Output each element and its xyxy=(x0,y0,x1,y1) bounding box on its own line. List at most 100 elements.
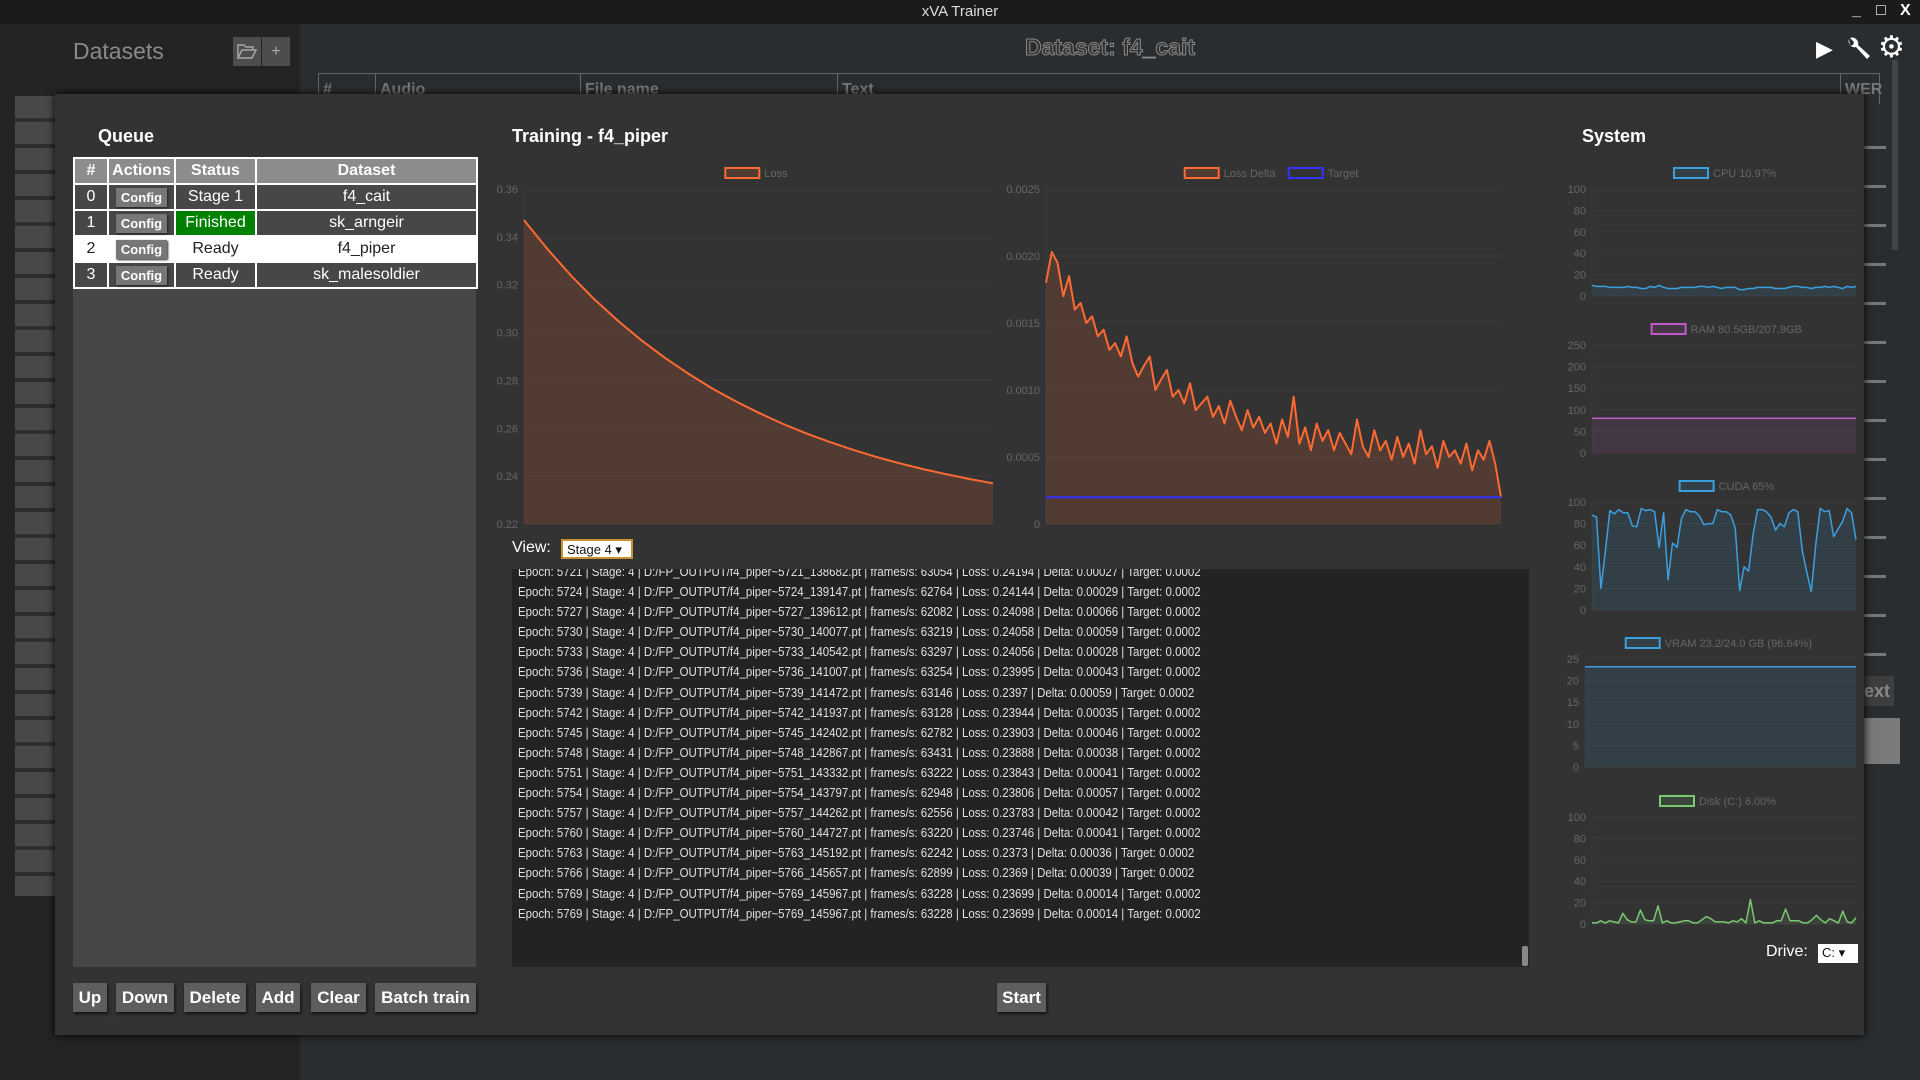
vram-chart: 0 5 10 15 20 25 VRAM 23.2/24.0 GB (96.64%) xyxy=(1567,637,1856,774)
actions-cell: Config xyxy=(107,235,176,263)
queue-title: Queue xyxy=(98,126,155,146)
legend-label: Loss Delta xyxy=(1224,168,1277,180)
next-button[interactable]: ext xyxy=(1864,676,1894,706)
view-stage-select[interactable]: Stage 4 ▾ xyxy=(561,539,633,559)
col-dataset: Dataset xyxy=(255,157,478,185)
loss-delta-chart: 0 0.0005 0.0010 0.0015 0.0020 0.0025 Loss Delt… xyxy=(1006,167,1502,531)
y-tick-label: 0 xyxy=(1580,291,1586,303)
wrench-icon[interactable] xyxy=(1845,36,1871,69)
cuda-chart: 0 20 40 60 80 100 CUDA 65% xyxy=(1568,480,1857,617)
row-index: 0 xyxy=(73,183,109,211)
start-button[interactable]: Start xyxy=(997,983,1046,1012)
log-line: Epoch: 5742 | Stage: 4 | D:/FP_OUTPUT/f4… xyxy=(518,704,1201,720)
config-button[interactable]: Config xyxy=(115,239,168,259)
y-tick-label: 60 xyxy=(1574,540,1586,552)
y-tick-label: 0 xyxy=(1580,448,1586,460)
add-dataset-button[interactable]: + xyxy=(262,37,290,66)
y-tick-label: 50 xyxy=(1574,426,1586,438)
log-line: Epoch: 5748 | Stage: 4 | D:/FP_OUTPUT/f4… xyxy=(518,744,1201,760)
log-line: Epoch: 5736 | Stage: 4 | D:/FP_OUTPUT/f4… xyxy=(518,664,1201,680)
y-tick-label: 0.0005 xyxy=(1006,452,1040,464)
log-line: Epoch: 5760 | Stage: 4 | D:/FP_OUTPUT/f4… xyxy=(518,825,1201,841)
maximize-button[interactable]: □ xyxy=(1876,2,1886,20)
y-tick-label: 100 xyxy=(1568,497,1586,509)
y-tick-label: 0 xyxy=(1573,762,1579,774)
y-tick-label: 0 xyxy=(1580,919,1586,931)
log-line: Epoch: 5769 | Stage: 4 | D:/FP_OUTPUT/f4… xyxy=(518,905,1201,921)
delete-button[interactable]: Delete xyxy=(184,983,246,1012)
y-tick-label: 0.30 xyxy=(497,328,518,340)
add-button[interactable]: Add xyxy=(256,983,300,1012)
minimize-button[interactable]: _ xyxy=(1852,2,1861,20)
y-tick-label: 0.32 xyxy=(497,280,518,292)
y-tick-label: 15 xyxy=(1567,697,1579,709)
series-area xyxy=(1585,666,1856,767)
y-tick-label: 0.28 xyxy=(497,375,518,387)
open-folder-button[interactable] xyxy=(233,37,261,66)
y-tick-label: 0.24 xyxy=(497,471,518,483)
queue-row[interactable]: 1 Config Finished sk_arngeir xyxy=(73,209,478,237)
training-log[interactable]: Epoch: 5721 | Stage: 4 | D:/FP_OUTPUT/f4… xyxy=(512,569,1529,967)
y-tick-label: 250 xyxy=(1568,340,1586,352)
ram-chart: 0 50 100 150 200 250 RAM 80.5GB/207.9GB xyxy=(1568,323,1856,460)
y-tick-label: 0 xyxy=(1580,605,1586,617)
close-button[interactable]: X xyxy=(1900,2,1911,20)
queue-row-selected[interactable]: 2 Config Ready f4_piper xyxy=(73,235,478,263)
y-tick-label: 10 xyxy=(1567,719,1579,731)
background-scrollbar[interactable] xyxy=(1892,60,1898,250)
y-tick-label: 100 xyxy=(1568,405,1586,417)
config-button[interactable]: Config xyxy=(115,265,168,285)
y-tick-label: 0.22 xyxy=(497,519,518,531)
series-area xyxy=(1046,252,1501,524)
window-title: xVA Trainer xyxy=(0,0,1920,24)
dataset-cell: f4_cait xyxy=(255,183,478,211)
batch-train-button[interactable]: Batch train xyxy=(375,983,476,1012)
y-tick-label: 0.0025 xyxy=(1006,184,1040,196)
series-area xyxy=(1592,418,1856,453)
y-tick-label: 0.26 xyxy=(497,423,518,435)
dataset-cell: sk_malesoldier xyxy=(255,261,478,289)
log-line: Epoch: 5727 | Stage: 4 | D:/FP_OUTPUT/f4… xyxy=(518,604,1201,620)
background-row-lines xyxy=(1864,110,1886,670)
y-tick-label: 40 xyxy=(1574,562,1586,574)
y-tick-label: 100 xyxy=(1568,812,1586,824)
folder-open-icon xyxy=(236,44,258,59)
series-area xyxy=(524,220,993,524)
log-line: Epoch: 5721 | Stage: 4 | D:/FP_OUTPUT/f4… xyxy=(518,569,1201,579)
drive-label: Drive: xyxy=(1766,943,1808,960)
legend-swatch xyxy=(1673,167,1709,179)
config-button[interactable]: Config xyxy=(115,213,168,233)
log-line: Epoch: 5751 | Stage: 4 | D:/FP_OUTPUT/f4… xyxy=(518,764,1201,780)
status-cell: Ready xyxy=(174,261,257,289)
clear-button[interactable]: Clear xyxy=(311,983,366,1012)
y-tick-label: 20 xyxy=(1574,270,1586,282)
row-index: 1 xyxy=(73,209,109,237)
log-line: Epoch: 5754 | Stage: 4 | D:/FP_OUTPUT/f4… xyxy=(518,785,1201,801)
actions-cell: Config xyxy=(107,261,176,289)
legend-swatch xyxy=(1678,480,1715,492)
col-actions: Actions xyxy=(107,157,176,185)
disk-chart: 0 20 40 60 80 100 Disk (C:) 6.00% xyxy=(1568,795,1857,931)
log-line: Epoch: 5733 | Stage: 4 | D:/FP_OUTPUT/f4… xyxy=(518,644,1201,660)
log-line: Epoch: 5739 | Stage: 4 | D:/FP_OUTPUT/f4… xyxy=(518,684,1195,700)
status-cell: Stage 1 xyxy=(174,183,257,211)
y-tick-label: 20 xyxy=(1574,583,1586,595)
queue-row[interactable]: 0 Config Stage 1 f4_cait xyxy=(73,183,478,211)
y-tick-label: 200 xyxy=(1568,362,1586,374)
background-textarea[interactable] xyxy=(1864,718,1900,764)
y-tick-label: 40 xyxy=(1574,248,1586,260)
queue-row[interactable]: 3 Config Ready sk_malesoldier xyxy=(73,261,478,289)
log-line: Epoch: 5745 | Stage: 4 | D:/FP_OUTPUT/f4… xyxy=(518,724,1201,740)
row-index: 2 xyxy=(73,235,109,263)
log-line: Epoch: 5763 | Stage: 4 | D:/FP_OUTPUT/f4… xyxy=(518,845,1195,861)
legend-label: Disk (C:) 6.00% xyxy=(1699,796,1776,808)
down-button[interactable]: Down xyxy=(116,983,174,1012)
legend-swatch xyxy=(1650,323,1687,335)
config-button[interactable]: Config xyxy=(115,187,168,207)
log-scrollbar[interactable] xyxy=(1522,946,1528,966)
up-button[interactable]: Up xyxy=(73,983,107,1012)
play-icon[interactable]: ▶ xyxy=(1816,36,1833,62)
legend-swatch xyxy=(1659,795,1695,807)
drive-select[interactable]: C: ▾ xyxy=(1818,944,1858,963)
system-title: System xyxy=(1582,126,1647,146)
